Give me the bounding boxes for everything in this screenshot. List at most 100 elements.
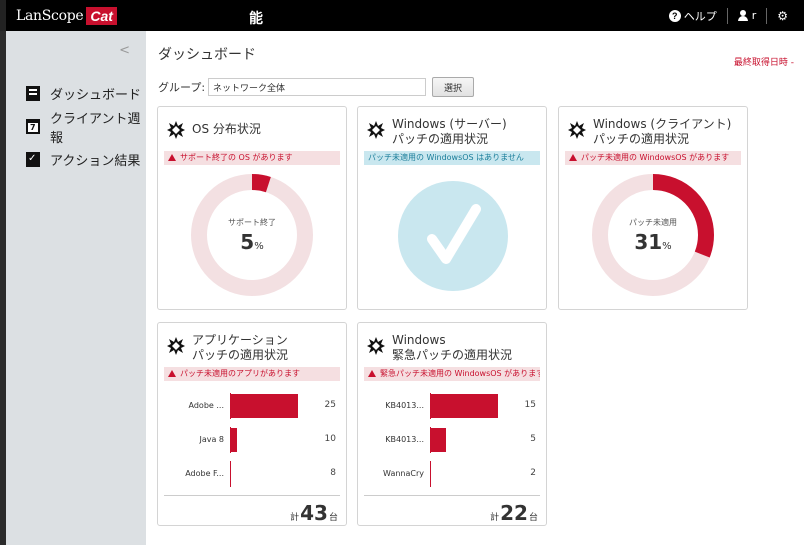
warning-icon — [569, 154, 577, 161]
alert-text: パッチ未適用の WindowsOS はありません — [368, 153, 524, 162]
card-subtitle: パッチの適用状況 — [392, 132, 489, 146]
bar-fill — [230, 394, 298, 418]
donut-value-unit: % — [254, 241, 264, 252]
bar-value: 10 — [324, 434, 336, 444]
card-subtitle: パッチの適用状況 — [192, 348, 289, 362]
bar-axis — [230, 461, 231, 487]
sidebar-item-client-weekly-report[interactable]: クライアント週報 — [26, 110, 146, 146]
os-donut-chart: サポート終了 5% — [190, 173, 314, 297]
bar-value: 15 — [524, 400, 536, 410]
alert-banner: パッチ未適用の WindowsOS があります — [565, 151, 741, 165]
total-suffix: 台 — [528, 513, 538, 523]
bar-value: 8 — [330, 468, 336, 478]
bar-label: KB4013... — [385, 435, 424, 444]
bar-fill — [430, 428, 446, 452]
select-button[interactable]: 選択 — [432, 77, 475, 97]
bar-row[interactable]: Adobe ... 25 — [158, 393, 346, 419]
brand-cat: Cat — [86, 7, 117, 25]
card-header: Windows (クライアント) パッチの適用状況 — [567, 117, 731, 147]
donut-center-label: パッチ未適用 — [629, 218, 677, 227]
bar-row[interactable]: Java 8 10 — [158, 427, 346, 453]
sidebar-nav: ダッシュボード クライアント週報 アクション結果 — [26, 77, 146, 176]
help-label: ヘルプ — [683, 9, 717, 23]
sidebar-item-label: クライアント週報 — [50, 111, 141, 146]
sidebar-item-action-results[interactable]: アクション結果 — [26, 143, 146, 176]
top-glyph: 能 — [249, 11, 263, 27]
apps-bar-list: Adobe ... 25 Java 8 10 Adobe F... 8 — [158, 393, 346, 487]
total-suffix: 台 — [328, 513, 338, 523]
os-distribution-card[interactable]: OS 分布状況 サポート終了の OS があります サポート終了 5% — [157, 106, 347, 310]
brand-text: LanScope — [16, 8, 84, 24]
donut-value: 5% — [190, 230, 314, 254]
burst-icon — [568, 121, 586, 139]
card-divider — [364, 495, 540, 496]
group-input[interactable] — [208, 78, 427, 96]
user-menu[interactable]: r — [728, 0, 767, 31]
card-header: Windows (サーバー) パッチの適用状況 — [366, 117, 507, 147]
bar-label: Adobe F... — [185, 469, 224, 478]
donut-value: 31% — [591, 230, 715, 254]
alert-text: パッチ未適用の WindowsOS があります — [581, 153, 730, 162]
bar-label: Java 8 — [199, 435, 224, 444]
bar-value: 25 — [324, 400, 336, 410]
alert-text: サポート終了の OS があります — [180, 153, 293, 162]
bar-fill — [230, 428, 237, 452]
card-subtitle: 緊急パッチの適用状況 — [392, 348, 513, 362]
warning-icon — [168, 154, 176, 161]
card-subtitle: パッチの適用状況 — [593, 132, 690, 146]
card-title: OS 分布状況 — [192, 122, 261, 136]
card-divider — [164, 495, 340, 496]
burst-icon — [367, 337, 385, 355]
bar-row[interactable]: KB4013... 15 — [358, 393, 546, 419]
total-value: 22 — [500, 501, 528, 525]
bar-row[interactable]: KB4013... 5 — [358, 427, 546, 453]
help-link[interactable]: ? ヘルプ — [659, 0, 727, 31]
warning-icon — [168, 370, 176, 377]
sidebar-item-label: アクション結果 — [50, 154, 141, 169]
bar-fill — [430, 394, 498, 418]
check-circle-icon — [398, 181, 508, 291]
alert-banner: 緊急パッチ未適用の WindowsOS があります — [364, 367, 540, 381]
top-bar: LanScope Cat 能 ? ヘルプ r ⚙ — [0, 0, 804, 31]
card-header: アプリケーション パッチの適用状況 — [166, 333, 288, 363]
warning-icon — [368, 370, 376, 377]
client-donut-chart: パッチ未適用 31% — [591, 173, 715, 297]
bar-value: 5 — [530, 434, 536, 444]
brand-logo[interactable]: LanScope Cat — [16, 6, 117, 26]
urgent-patch-card[interactable]: Windows 緊急パッチの適用状況 緊急パッチ未適用の WindowsOS が… — [357, 322, 547, 526]
bar-label: KB4013... — [385, 401, 424, 410]
card-title: Windows (サーバー) — [392, 117, 507, 131]
windows-server-patch-card[interactable]: Windows (サーバー) パッチの適用状況 パッチ未適用の WindowsO… — [357, 106, 547, 310]
windows-client-patch-card[interactable]: Windows (クライアント) パッチの適用状況 パッチ未適用の Window… — [558, 106, 748, 310]
donut-value-number: 31 — [634, 230, 663, 254]
total-value: 43 — [300, 501, 328, 525]
bar-row[interactable]: Adobe F... 8 — [158, 461, 346, 487]
donut-value-number: 5 — [240, 230, 255, 254]
alert-banner: サポート終了の OS があります — [164, 151, 340, 165]
donut-value-unit: % — [662, 241, 672, 252]
last-updated: 最終取得日時 - — [733, 58, 794, 68]
sidebar-item-dashboard[interactable]: ダッシュボード — [26, 77, 146, 110]
urgent-bar-list: KB4013... 15 KB4013... 5 WannaCry 2 — [358, 393, 546, 487]
dashboard-icon — [26, 86, 40, 101]
top-right-menu: ? ヘルプ r ⚙ — [659, 0, 798, 31]
user-icon — [737, 10, 748, 21]
bar-row[interactable]: WannaCry 2 — [358, 461, 546, 487]
burst-icon — [167, 337, 185, 355]
total-prefix: 計 — [290, 513, 300, 523]
card-header: OS 分布状況 — [166, 117, 261, 140]
application-patch-card[interactable]: アプリケーション パッチの適用状況 パッチ未適用のアプリがあります Adobe … — [157, 322, 347, 526]
card-title: Windows (クライアント) — [593, 117, 732, 131]
bar-axis — [430, 461, 431, 487]
burst-icon — [367, 121, 385, 139]
alert-text: 緊急パッチ未適用の WindowsOS があります — [380, 369, 540, 378]
calendar-icon — [26, 119, 40, 134]
info-banner: パッチ未適用の WindowsOS はありません — [364, 151, 540, 165]
collapse-sidebar-icon[interactable]: < — [119, 43, 130, 58]
tools-button[interactable]: ⚙ — [767, 0, 798, 31]
sidebar: < ダッシュボード クライアント週報 アクション結果 — [0, 31, 146, 545]
action-icon — [26, 152, 40, 167]
alert-banner: パッチ未適用のアプリがあります — [164, 367, 340, 381]
user-label: r — [751, 9, 757, 22]
alert-text: パッチ未適用のアプリがあります — [180, 369, 300, 378]
